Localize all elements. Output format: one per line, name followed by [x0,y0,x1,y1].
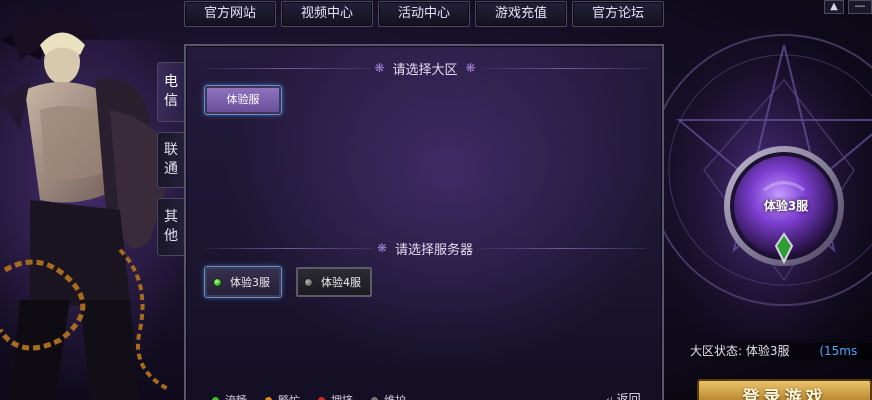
tab-telecom-char-1: 电 [164,74,178,90]
nav-event-center[interactable]: 活动中心 [378,1,470,27]
server-button-trial-3[interactable]: 体验3服 [205,267,281,297]
status-value: 体验3服 [745,344,790,358]
top-navigation: 官方网站 视频中心 活动中心 游戏充值 官方论坛 [184,1,664,27]
ornament-icon: ❋ [374,61,385,75]
server-section-header: ❋ 请选择服务器 [204,239,647,258]
back-arrow-icon: ⤶ [606,392,613,400]
tab-telecom-char-2: 信 [164,93,178,109]
tab-unicom[interactable]: 联 通 [157,132,184,188]
status-label: 大区状态: [690,344,743,358]
login-game-button[interactable]: 登录游戏 [697,379,872,400]
server-label: 体验4服 [321,276,361,289]
tab-unicom-char-1: 联 [164,142,178,158]
back-label: 返回 [616,392,641,400]
legend-label: 流畅 [225,392,247,400]
selected-server-name: 体验3服 [763,199,809,213]
region-section-title: 请选择大区 [392,62,458,78]
magic-circle-artwork [648,20,872,340]
status-dot-icon [371,396,378,400]
server-select-panel: ❋ 请选择大区 ❋ 体验服 ❋ 请选择服务器 体验3服 体验4服 流畅 繁忙 拥… [184,44,664,400]
ornament-icon: ❋ [376,241,388,255]
tab-other-char-1: 其 [164,209,178,225]
legend-busy: 繁忙 [265,392,300,400]
back-button[interactable]: ⤶ 返回 [606,390,641,400]
status-dot-icon [318,396,325,400]
legend-label: 维护 [384,392,406,400]
legend-smooth: 流畅 [212,392,247,400]
nav-official-site[interactable]: 官方网站 [184,1,276,27]
legend-label: 繁忙 [278,392,300,400]
status-legend: 流畅 繁忙 拥挤 维护 [212,392,406,400]
server-label: 体验3服 [230,276,270,289]
tab-other[interactable]: 其 他 [157,198,184,256]
latency-value: (15ms [819,344,858,358]
server-button-trial-4[interactable]: 体验4服 [296,267,372,297]
legend-label: 拥挤 [331,392,353,400]
tab-telecom[interactable]: 电 信 [157,62,184,122]
server-section-title: 请选择服务器 [395,242,474,258]
minimize-button[interactable]: — [848,0,872,14]
status-dot-icon [212,396,219,400]
nav-forum[interactable]: 官方论坛 [572,1,664,27]
region-section-header: ❋ 请选择大区 ❋ [204,59,647,78]
nav-recharge[interactable]: 游戏充值 [475,1,567,27]
tab-other-char-2: 他 [164,228,178,244]
status-dot-icon [304,277,313,287]
legend-crowded: 拥挤 [318,392,353,400]
nav-video-center[interactable]: 视频中心 [281,1,373,27]
tab-unicom-char-2: 通 [164,161,178,177]
region-button-trial[interactable]: 体验服 [205,86,281,114]
legend-maintenance: 维护 [371,392,406,400]
ornament-icon: ❋ [465,61,476,75]
region-status-bar: 大区状态: 体验3服 (15ms [690,343,872,360]
status-dot-icon [265,396,272,400]
status-dot-icon [213,277,222,287]
speaker-icon[interactable]: ▲ [824,0,844,14]
